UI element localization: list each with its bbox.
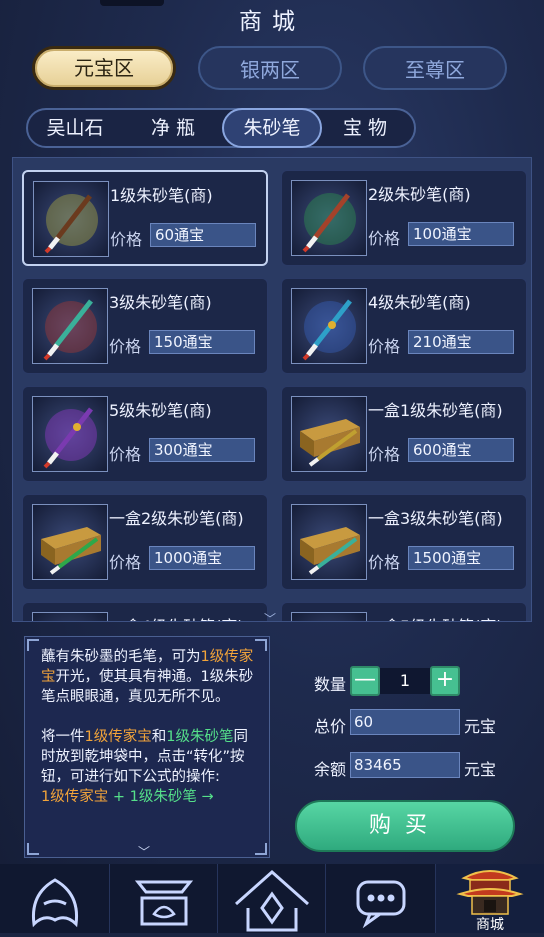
item-name: 一盒3级朱砂笔(商)	[368, 509, 503, 528]
nav-label-shop: 商城	[476, 917, 504, 933]
tab-zhizun[interactable]: 至尊区	[363, 46, 507, 90]
brush-icon	[33, 181, 109, 257]
price-label: 价格	[110, 230, 143, 249]
page-title: 商城	[239, 9, 305, 35]
price-label: 价格	[368, 553, 401, 572]
corner-ornament	[27, 639, 39, 651]
subtab-jingping[interactable]: 净 瓶	[134, 108, 212, 148]
item-price: 1500通宝	[408, 546, 514, 570]
item-name: 一盒2级朱砂笔(商)	[109, 509, 244, 528]
item-price: 60通宝	[150, 223, 256, 247]
corner-ornament	[27, 843, 39, 855]
subtab-baowu[interactable]: 宝 物	[326, 108, 404, 148]
description-paragraph: 将一件1级传家宝和1级朱砂笔同时放到乾坤袋中，点击“转化”按钮，可进行如下公式的…	[41, 729, 248, 785]
lotus-altar-icon	[134, 880, 194, 926]
tab-yuanbao[interactable]: 元宝区	[32, 46, 176, 90]
price-label: 价格	[368, 337, 401, 356]
shop-screen: 商城 元宝区 银两区 至尊区 吴山石 净 瓶 朱砂笔 宝 物 1级朱砂笔(商) …	[0, 0, 544, 933]
item-name: 1级朱砂笔(商)	[110, 186, 213, 205]
brush-box-icon	[32, 612, 108, 621]
balance-field: 83465	[350, 752, 460, 778]
decrease-quantity-button[interactable]: —	[350, 666, 380, 696]
chat-bubble-icon	[356, 880, 406, 929]
chevron-down-icon: ﹀	[138, 845, 151, 859]
item-name: 一盒5级朱砂笔(商)	[368, 613, 503, 621]
item-price: 100通宝	[408, 222, 514, 246]
currency-unit: 元宝	[464, 717, 497, 736]
nav-item-home[interactable]	[218, 864, 326, 933]
item-name: 4级朱砂笔(商)	[368, 293, 471, 312]
currency-unit: 元宝	[464, 760, 497, 779]
nav-item-chat[interactable]	[326, 864, 436, 933]
home-roof-icon	[235, 869, 309, 932]
item-card[interactable]: 4级朱砂笔(商) 价格 210通宝	[281, 278, 527, 374]
item-card[interactable]: 一盒4级朱砂笔(商)	[22, 602, 268, 621]
subtab-wushanshi[interactable]: 吴山石	[36, 108, 114, 148]
item-name: 一盒4级朱砂笔(商)	[109, 613, 244, 621]
item-card[interactable]: 一盒3级朱砂笔(商) 价格 1500通宝	[281, 494, 527, 590]
tab-yinliang[interactable]: 银两区	[198, 46, 342, 90]
item-name: 一盒1级朱砂笔(商)	[368, 401, 503, 420]
price-label: 价格	[109, 445, 142, 464]
buy-button[interactable]: 购买	[295, 800, 515, 852]
item-description: 蘸有朱砂墨的毛笔，可为1级传家宝开光，使其具有神通。1级朱砂笔点眼眼通，真见无所…	[24, 636, 270, 858]
description-formula: 1级传家宝 + 1级朱砂笔 →	[41, 789, 214, 805]
item-card[interactable]: 5级朱砂笔(商) 价格 300通宝	[22, 386, 268, 482]
balance-label: 余额	[314, 760, 347, 779]
subtab-zhushabi[interactable]: 朱砂笔	[222, 108, 322, 148]
nav-item-altar[interactable]	[110, 864, 218, 933]
quantity-label: 数量	[314, 675, 347, 694]
increase-quantity-button[interactable]: +	[430, 666, 460, 696]
corner-ornament	[255, 639, 267, 651]
brush-box-icon	[32, 504, 108, 580]
item-grid: 1级朱砂笔(商) 价格 60通宝 2级朱砂笔(商) 价格 100通宝 3级朱砂笔…	[12, 157, 532, 622]
brush-box-icon	[291, 504, 367, 580]
item-card[interactable]: 1级朱砂笔(商) 价格 60通宝	[22, 170, 268, 266]
brush-icon	[32, 288, 108, 364]
item-price: 150通宝	[149, 330, 255, 354]
description-paragraph: 蘸有朱砂墨的毛笔，可为1级传家宝开光，使其具有神通。1级朱砂笔点眼眼通，真见无所…	[41, 649, 254, 705]
item-card[interactable]: 一盒2级朱砂笔(商) 价格 1000通宝	[22, 494, 268, 590]
price-label: 价格	[368, 229, 401, 248]
scroll-down-icon: ﹀	[264, 612, 277, 626]
item-price: 300通宝	[149, 438, 255, 462]
item-card[interactable]: 一盒5级朱砂笔(商)	[281, 602, 527, 621]
brush-box-icon	[291, 612, 367, 621]
price-label: 价格	[109, 553, 142, 572]
total-price-field: 60	[350, 709, 460, 735]
brush-box-icon	[291, 396, 367, 472]
item-name: 5级朱砂笔(商)	[109, 401, 212, 420]
item-card[interactable]: 2级朱砂笔(商) 价格 100通宝	[281, 170, 527, 266]
corner-ornament	[255, 843, 267, 855]
item-card[interactable]: 3级朱砂笔(商) 价格 150通宝	[22, 278, 268, 374]
price-label: 价格	[109, 337, 142, 356]
helmet-icon	[31, 878, 79, 928]
brush-icon	[32, 396, 108, 472]
total-label: 总价	[314, 717, 347, 736]
brush-icon	[291, 180, 367, 256]
item-name: 2级朱砂笔(商)	[368, 185, 471, 204]
item-price: 210通宝	[408, 330, 514, 354]
item-card[interactable]: 一盒1级朱砂笔(商) 价格 600通宝	[281, 386, 527, 482]
price-label: 价格	[368, 445, 401, 464]
item-price: 600通宝	[408, 438, 514, 462]
item-name: 3级朱砂笔(商)	[109, 293, 212, 312]
quantity-field[interactable]: 1	[380, 668, 430, 694]
brush-icon	[291, 288, 367, 364]
nav-item-character[interactable]	[0, 864, 110, 933]
item-price: 1000通宝	[149, 546, 255, 570]
